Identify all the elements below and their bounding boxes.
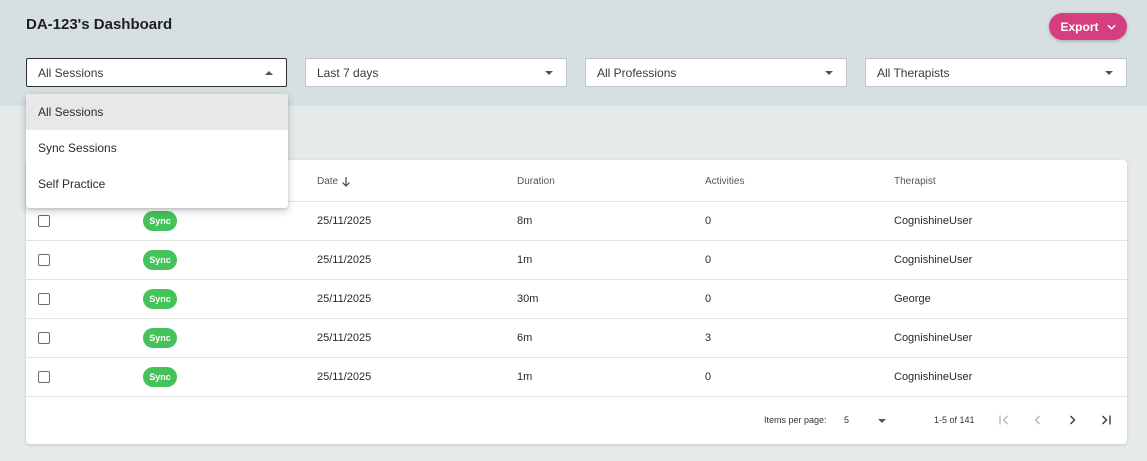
profession-value: All Professions	[597, 65, 677, 80]
column-header-date-label: Date	[317, 176, 339, 187]
next-page-button[interactable]	[1063, 411, 1081, 429]
caret-down-icon	[825, 71, 833, 75]
cell-therapist: CognishineUser	[894, 332, 973, 344]
cell-therapist: CognishineUser	[894, 371, 973, 383]
cell-duration: 1m	[517, 254, 533, 266]
therapist-select[interactable]: All Therapists	[865, 58, 1127, 87]
date-range-select[interactable]: Last 7 days	[305, 58, 567, 87]
caret-down-icon	[1105, 71, 1113, 75]
session-type-badge: Sync	[143, 289, 177, 309]
row-checkbox[interactable]	[38, 332, 50, 344]
therapist-value: All Therapists	[877, 65, 950, 80]
cell-therapist: CognishineUser	[894, 254, 973, 266]
column-header-duration[interactable]: Duration	[517, 176, 555, 187]
chevron-right-icon	[1070, 415, 1076, 425]
column-header-activities[interactable]: Activities	[705, 176, 744, 187]
column-header-therapist[interactable]: Therapist	[894, 176, 936, 187]
cell-activities: 0	[705, 371, 712, 383]
cell-date: 25/11/2025	[317, 332, 372, 344]
table-row[interactable]: Sync 25/11/2025 1m 0 CognishineUser	[26, 241, 1127, 280]
dropdown-option-sync-sessions[interactable]: Sync Sessions	[26, 130, 288, 166]
previous-page-button[interactable]	[1029, 411, 1047, 429]
session-type-dropdown: All Sessions Sync Sessions Self Practice	[26, 94, 288, 208]
session-type-badge: Sync	[143, 250, 177, 270]
paginator: Items per page: 5 1-5 of 141	[26, 398, 1127, 444]
row-checkbox[interactable]	[38, 371, 50, 383]
cell-activities: 0	[705, 254, 712, 266]
cell-duration: 30m	[517, 293, 539, 305]
session-type-badge: Sync	[143, 328, 177, 348]
items-per-page-select[interactable]: 5	[844, 415, 849, 425]
dropdown-option-self-practice[interactable]: Self Practice	[26, 166, 288, 202]
cell-duration: 8m	[517, 215, 533, 227]
table-row[interactable]: Sync 25/11/2025 30m 0 George	[26, 280, 1127, 319]
cell-therapist: George	[894, 293, 931, 305]
caret-down-icon	[878, 419, 886, 423]
cell-date: 25/11/2025	[317, 371, 372, 383]
cell-therapist: CognishineUser	[894, 215, 973, 227]
cell-activities: 0	[705, 293, 712, 305]
caret-down-icon	[545, 71, 553, 75]
last-page-icon	[1102, 415, 1111, 425]
column-header-date[interactable]: Date	[317, 176, 351, 187]
caret-up-icon	[265, 71, 273, 75]
cell-activities: 0	[705, 215, 712, 227]
date-range-value: Last 7 days	[317, 65, 379, 80]
table-row[interactable]: Sync 25/11/2025 1m 0 CognishineUser	[26, 358, 1127, 397]
first-page-button[interactable]	[995, 411, 1013, 429]
session-type-value: All Sessions	[38, 65, 104, 80]
row-checkbox[interactable]	[38, 293, 50, 305]
cell-date: 25/11/2025	[317, 254, 372, 266]
dashboard-header: DA-123's Dashboard Export All Sessions L…	[0, 0, 1147, 106]
last-page-button[interactable]	[1097, 411, 1115, 429]
cell-date: 25/11/2025	[317, 293, 372, 305]
page-range-label: 1-5 of 141	[934, 415, 975, 425]
cell-duration: 1m	[517, 371, 533, 383]
cell-date: 25/11/2025	[317, 215, 372, 227]
session-type-select[interactable]: All Sessions	[26, 58, 287, 87]
table-row[interactable]: Sync 25/11/2025 6m 3 CognishineUser	[26, 319, 1127, 358]
row-checkbox[interactable]	[38, 215, 50, 227]
session-type-badge: Sync	[143, 367, 177, 387]
profession-select[interactable]: All Professions	[585, 58, 847, 87]
cell-duration: 6m	[517, 332, 533, 344]
export-button[interactable]: Export	[1049, 13, 1127, 40]
items-per-page-label: Items per page:	[764, 415, 827, 425]
export-button-label: Export	[1060, 19, 1099, 34]
session-type-badge: Sync	[143, 211, 177, 231]
cell-activities: 3	[705, 332, 712, 344]
dropdown-option-all-sessions[interactable]: All Sessions	[26, 94, 288, 130]
page-title: DA-123's Dashboard	[26, 16, 173, 33]
chevron-down-icon	[1106, 24, 1116, 30]
first-page-icon	[999, 415, 1008, 425]
sort-arrow-down-icon	[342, 177, 351, 187]
row-checkbox[interactable]	[38, 254, 50, 266]
chevron-left-icon	[1034, 415, 1040, 425]
